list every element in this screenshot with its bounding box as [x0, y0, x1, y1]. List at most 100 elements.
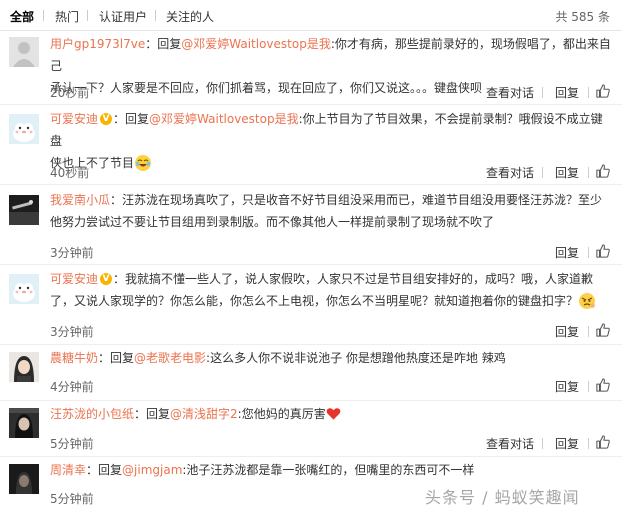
action-divider: [588, 167, 589, 178]
tab-following[interactable]: 关注的人: [166, 8, 214, 25]
thumbs-up-icon[interactable]: [596, 378, 610, 392]
comment-meta: 40秒前 查看对话 回复: [50, 164, 612, 182]
comment-time: 20秒前: [50, 86, 90, 100]
comment-item: 可爱安迪 V ：回复@邓爱婷Waitlovestop是我:你上节目为了节目效果，不会…: [0, 105, 622, 185]
comment-meta: 5分钟前 查看对话 回复: [50, 435, 612, 453]
comment-line: 用户gp1973l7ve：回复@邓爱婷Waitlovestop是我:你才有病，那…: [50, 33, 612, 77]
mention-link[interactable]: @清浅甜字2: [170, 407, 238, 421]
action-divider: [542, 438, 543, 449]
thumbs-up-icon[interactable]: [596, 84, 610, 98]
comment-time: 40秒前: [50, 166, 90, 180]
username-link[interactable]: 我爱南小瓜: [50, 193, 110, 207]
comment-time: 5分钟前: [50, 437, 94, 451]
comment-line: 了，又说人家现学的？你怎么能，你怎么不上电视，你怎么不当明星呢？就知道抱着你的键…: [50, 290, 612, 312]
thumbs-up-icon[interactable]: [596, 323, 610, 337]
tab-hot[interactable]: 热门: [55, 8, 79, 25]
username-link[interactable]: 汪苏泷的小包纸: [50, 407, 134, 421]
avatar[interactable]: [9, 274, 39, 304]
comment-fragment: ：回复: [98, 351, 135, 365]
reply-button[interactable]: 回复: [555, 164, 579, 181]
action-divider: [588, 247, 589, 258]
comment-item: 汪苏泷的小包纸：回复@清浅甜字2:您他妈的真厉害 5分钟前 查看对话 回复: [0, 401, 622, 457]
comment-fragment: 他努力尝试过不要让节目组用到录制版。而不像其他人一样提前录制了现场就不吹了: [50, 215, 495, 229]
comment-line: 周清幸：回复@jimgjam:池子汪苏泷都是靠一张嘴红的，但嘴里的东西可不一样: [50, 459, 612, 481]
action-divider: [588, 381, 589, 392]
mention-link[interactable]: @jimgjam: [122, 463, 182, 477]
avatar[interactable]: [9, 352, 39, 382]
view-conversation-button[interactable]: 查看对话: [486, 435, 534, 452]
comment-fragment: 了，又说人家现学的？你怎么能，你怎么不上电视，你怎么不当明星呢？就知道抱着你的键…: [50, 294, 579, 308]
verified-badge-icon: V: [100, 272, 113, 285]
comment-text: 可爱安迪 V ：我就搞不懂一些人了，说人家假吹，人家只不过是节目组安排好的，成吗？哦…: [50, 268, 612, 312]
comment-fragment: ：回复: [145, 37, 182, 51]
comment-item: 可爱安迪 V ：我就搞不懂一些人了，说人家假吹，人家只不过是节目组安排好的，成吗？哦…: [0, 265, 622, 345]
comment-time: 3分钟前: [50, 246, 94, 260]
mention-link[interactable]: @老歌老电影: [134, 351, 206, 365]
tab-divider: [43, 10, 44, 21]
view-conversation-button[interactable]: 查看对话: [486, 164, 534, 181]
username-link[interactable]: 可爱安迪: [50, 112, 98, 126]
comment-time: 5分钟前: [50, 492, 94, 506]
filter-tabs: 全部 热门 认证用户 关注的人 共 585 条: [0, 0, 622, 31]
action-divider: [542, 167, 543, 178]
avatar[interactable]: [9, 408, 39, 438]
comment-meta: 3分钟前 回复: [50, 244, 612, 262]
comment-fragment: :您他妈的真厉害: [237, 407, 326, 421]
comment-meta: 4分钟前 回复: [50, 378, 612, 396]
comment-line: 農糖牛奶：回复@老歌老电影:这么多人你不说非说池子 你是想蹭他热度还是咋地 辣鸡: [50, 347, 612, 369]
comment-meta: 20秒前 查看对话 回复: [50, 84, 612, 102]
action-divider: [588, 87, 589, 98]
tab-verified-users[interactable]: 认证用户: [99, 8, 147, 25]
comment-line: 我爱南小瓜：汪苏泷在现场真吹了，只是收音不好节目组没采用而已，难道节目组没用要怪…: [50, 189, 612, 211]
view-conversation-button[interactable]: 查看对话: [486, 84, 534, 101]
tab-all[interactable]: 全部: [10, 8, 34, 25]
comment-text: 農糖牛奶：回复@老歌老电影:这么多人你不说非说池子 你是想蹭他热度还是咋地 辣鸡: [50, 347, 612, 369]
comment-item: 農糖牛奶：回复@老歌老电影:这么多人你不说非说池子 你是想蹭他热度还是咋地 辣鸡…: [0, 345, 622, 401]
comment-fragment: ：我就搞不懂一些人了，说人家假吹，人家只不过是节目组安排好的，成吗？哦，人家道歉: [113, 272, 594, 286]
comment-item: 用户gp1973l7ve：回复@邓爱婷Waitlovestop是我:你才有病，那…: [0, 31, 622, 105]
username-link[interactable]: 農糖牛奶: [50, 351, 98, 365]
comment-time: 3分钟前: [50, 325, 94, 339]
comment-fragment: :这么多人你不说非说池子 你是想蹭他热度还是咋地 辣鸡: [206, 351, 506, 365]
comment-text: 周清幸：回复@jimgjam:池子汪苏泷都是靠一张嘴红的，但嘴里的东西可不一样: [50, 459, 612, 481]
comment-item: 我爱南小瓜：汪苏泷在现场真吹了，只是收音不好节目组没采用而已，难道节目组没用要怪…: [0, 185, 622, 265]
thumbs-up-icon[interactable]: [596, 244, 610, 258]
comment-text: 我爱南小瓜：汪苏泷在现场真吹了，只是收音不好节目组没采用而已，难道节目组没用要怪…: [50, 189, 612, 233]
action-divider: [542, 87, 543, 98]
watermark: 头条号 / 蚂蚁笑趣闻: [425, 488, 580, 507]
reply-button[interactable]: 回复: [555, 323, 579, 340]
avatar[interactable]: [9, 464, 39, 494]
reply-button[interactable]: 回复: [555, 435, 579, 452]
reply-button[interactable]: 回复: [555, 244, 579, 261]
comment-line: 汪苏泷的小包纸：回复@清浅甜字2:您他妈的真厉害: [50, 403, 612, 425]
heart-icon: [326, 407, 341, 420]
comment-fragment: ：回复: [113, 112, 150, 126]
mention-link[interactable]: @邓爱婷Waitlovestop是我: [181, 37, 331, 51]
action-divider: [588, 326, 589, 337]
angry-emoji: [579, 292, 596, 309]
tab-divider: [87, 10, 88, 21]
username-link[interactable]: 可爱安迪: [50, 272, 98, 286]
comment-meta: 3分钟前 回复: [50, 323, 612, 341]
reply-button[interactable]: 回复: [555, 378, 579, 395]
username-link[interactable]: 周清幸: [50, 463, 86, 477]
comment-text: 汪苏泷的小包纸：回复@清浅甜字2:您他妈的真厉害: [50, 403, 612, 425]
username-link[interactable]: 用户gp1973l7ve: [50, 37, 145, 51]
action-divider: [588, 438, 589, 449]
avatar[interactable]: [9, 114, 39, 144]
thumbs-up-icon[interactable]: [596, 164, 610, 178]
comment-fragment: ：回复: [86, 463, 123, 477]
reply-button[interactable]: 回复: [555, 84, 579, 101]
avatar[interactable]: [9, 37, 39, 67]
avatar[interactable]: [9, 195, 39, 225]
comment-time: 4分钟前: [50, 380, 94, 394]
comment-line: 他努力尝试过不要让节目组用到录制版。而不像其他人一样提前录制了现场就不吹了: [50, 211, 612, 233]
verified-badge-icon: V: [100, 112, 113, 125]
thumbs-up-icon[interactable]: [596, 435, 610, 449]
mention-link[interactable]: @邓爱婷Waitlovestop是我: [149, 112, 299, 126]
comment-line: 可爱安迪 V ：我就搞不懂一些人了，说人家假吹，人家只不过是节目组安排好的，成吗？哦…: [50, 268, 612, 290]
comment-line: 可爱安迪 V ：回复@邓爱婷Waitlovestop是我:你上节目为了节目效果，不会…: [50, 108, 612, 152]
comment-fragment: ：回复: [134, 407, 171, 421]
comment-fragment: :池子汪苏泷都是靠一张嘴红的，但嘴里的东西可不一样: [182, 463, 475, 477]
comment-fragment: ：汪苏泷在现场真吹了，只是收音不好节目组没采用而已，难道节目组没用要怪汪苏泷？至…: [110, 193, 603, 207]
